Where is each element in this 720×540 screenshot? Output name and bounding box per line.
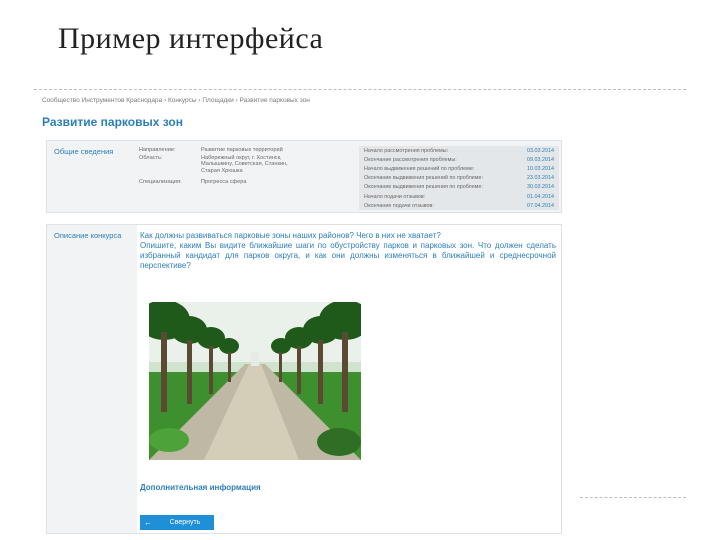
slide-title: Пример интерфейса <box>58 22 324 55</box>
field-specialization-value: Прогресса сфера <box>201 179 247 185</box>
portal-screenshot: Сообщество Инструментов Краснодара › Кон… <box>36 93 566 534</box>
arrow-left-icon: ← <box>144 518 152 527</box>
bottom-divider <box>580 497 686 498</box>
date-row: Начало выдвижения решений по проблеме: 10… <box>364 165 554 172</box>
dates-table: Начало рассмотрения проблемы: 03.03.2014 … <box>359 146 559 211</box>
date-row: Окончание выдвижения решения по проблеме… <box>364 184 554 191</box>
field-direction-key: Направление: <box>139 147 176 153</box>
date-row: Начало подачи отзывов: 01.04.2014 <box>364 193 554 200</box>
description-label: Описание конкурса <box>54 231 122 240</box>
date-row: Окончание подачи отзывов: 07.04.2014 <box>364 202 554 209</box>
description-panel: Описание конкурса Как должны развиваться… <box>46 224 562 534</box>
general-info-panel: Общие сведения Направление: Развитие пар… <box>46 140 562 213</box>
field-area-key: Область: <box>139 155 163 161</box>
field-specialization-key: Специализация: <box>139 179 182 185</box>
more-info-link[interactable]: Дополнительная информация <box>140 483 261 492</box>
page-title: Развитие парковых зон <box>42 115 183 129</box>
general-info-label: Общие сведения <box>54 147 114 156</box>
park-photo <box>149 302 361 460</box>
contest-question: Как должны развиваться парковые зоны наш… <box>140 231 441 240</box>
collapse-button[interactable]: ← Свернуть <box>140 515 214 530</box>
description-body: Как должны развиваться парковые зоны наш… <box>137 225 561 533</box>
collapse-button-label: Свернуть <box>169 519 201 526</box>
date-row: Окончание выдвижения решений по проблеме… <box>364 175 554 182</box>
description-text: Как должны развиваться парковые зоны наш… <box>140 231 556 271</box>
date-row: Начало рассмотрения проблемы: 03.03.2014 <box>364 147 554 154</box>
date-row: Окончание рассмотрения проблемы: 09.03.20… <box>364 156 554 163</box>
top-divider <box>34 89 686 90</box>
field-direction-value: Развитие парковых территорий <box>201 147 283 153</box>
breadcrumb[interactable]: Сообщество Инструментов Краснодара › Кон… <box>42 97 310 104</box>
contest-task: Опишите, каким Вы видите ближайшие шаги … <box>140 241 556 270</box>
field-area-value: Набережный округ, г. Хостинск, Малышкину… <box>201 155 288 174</box>
